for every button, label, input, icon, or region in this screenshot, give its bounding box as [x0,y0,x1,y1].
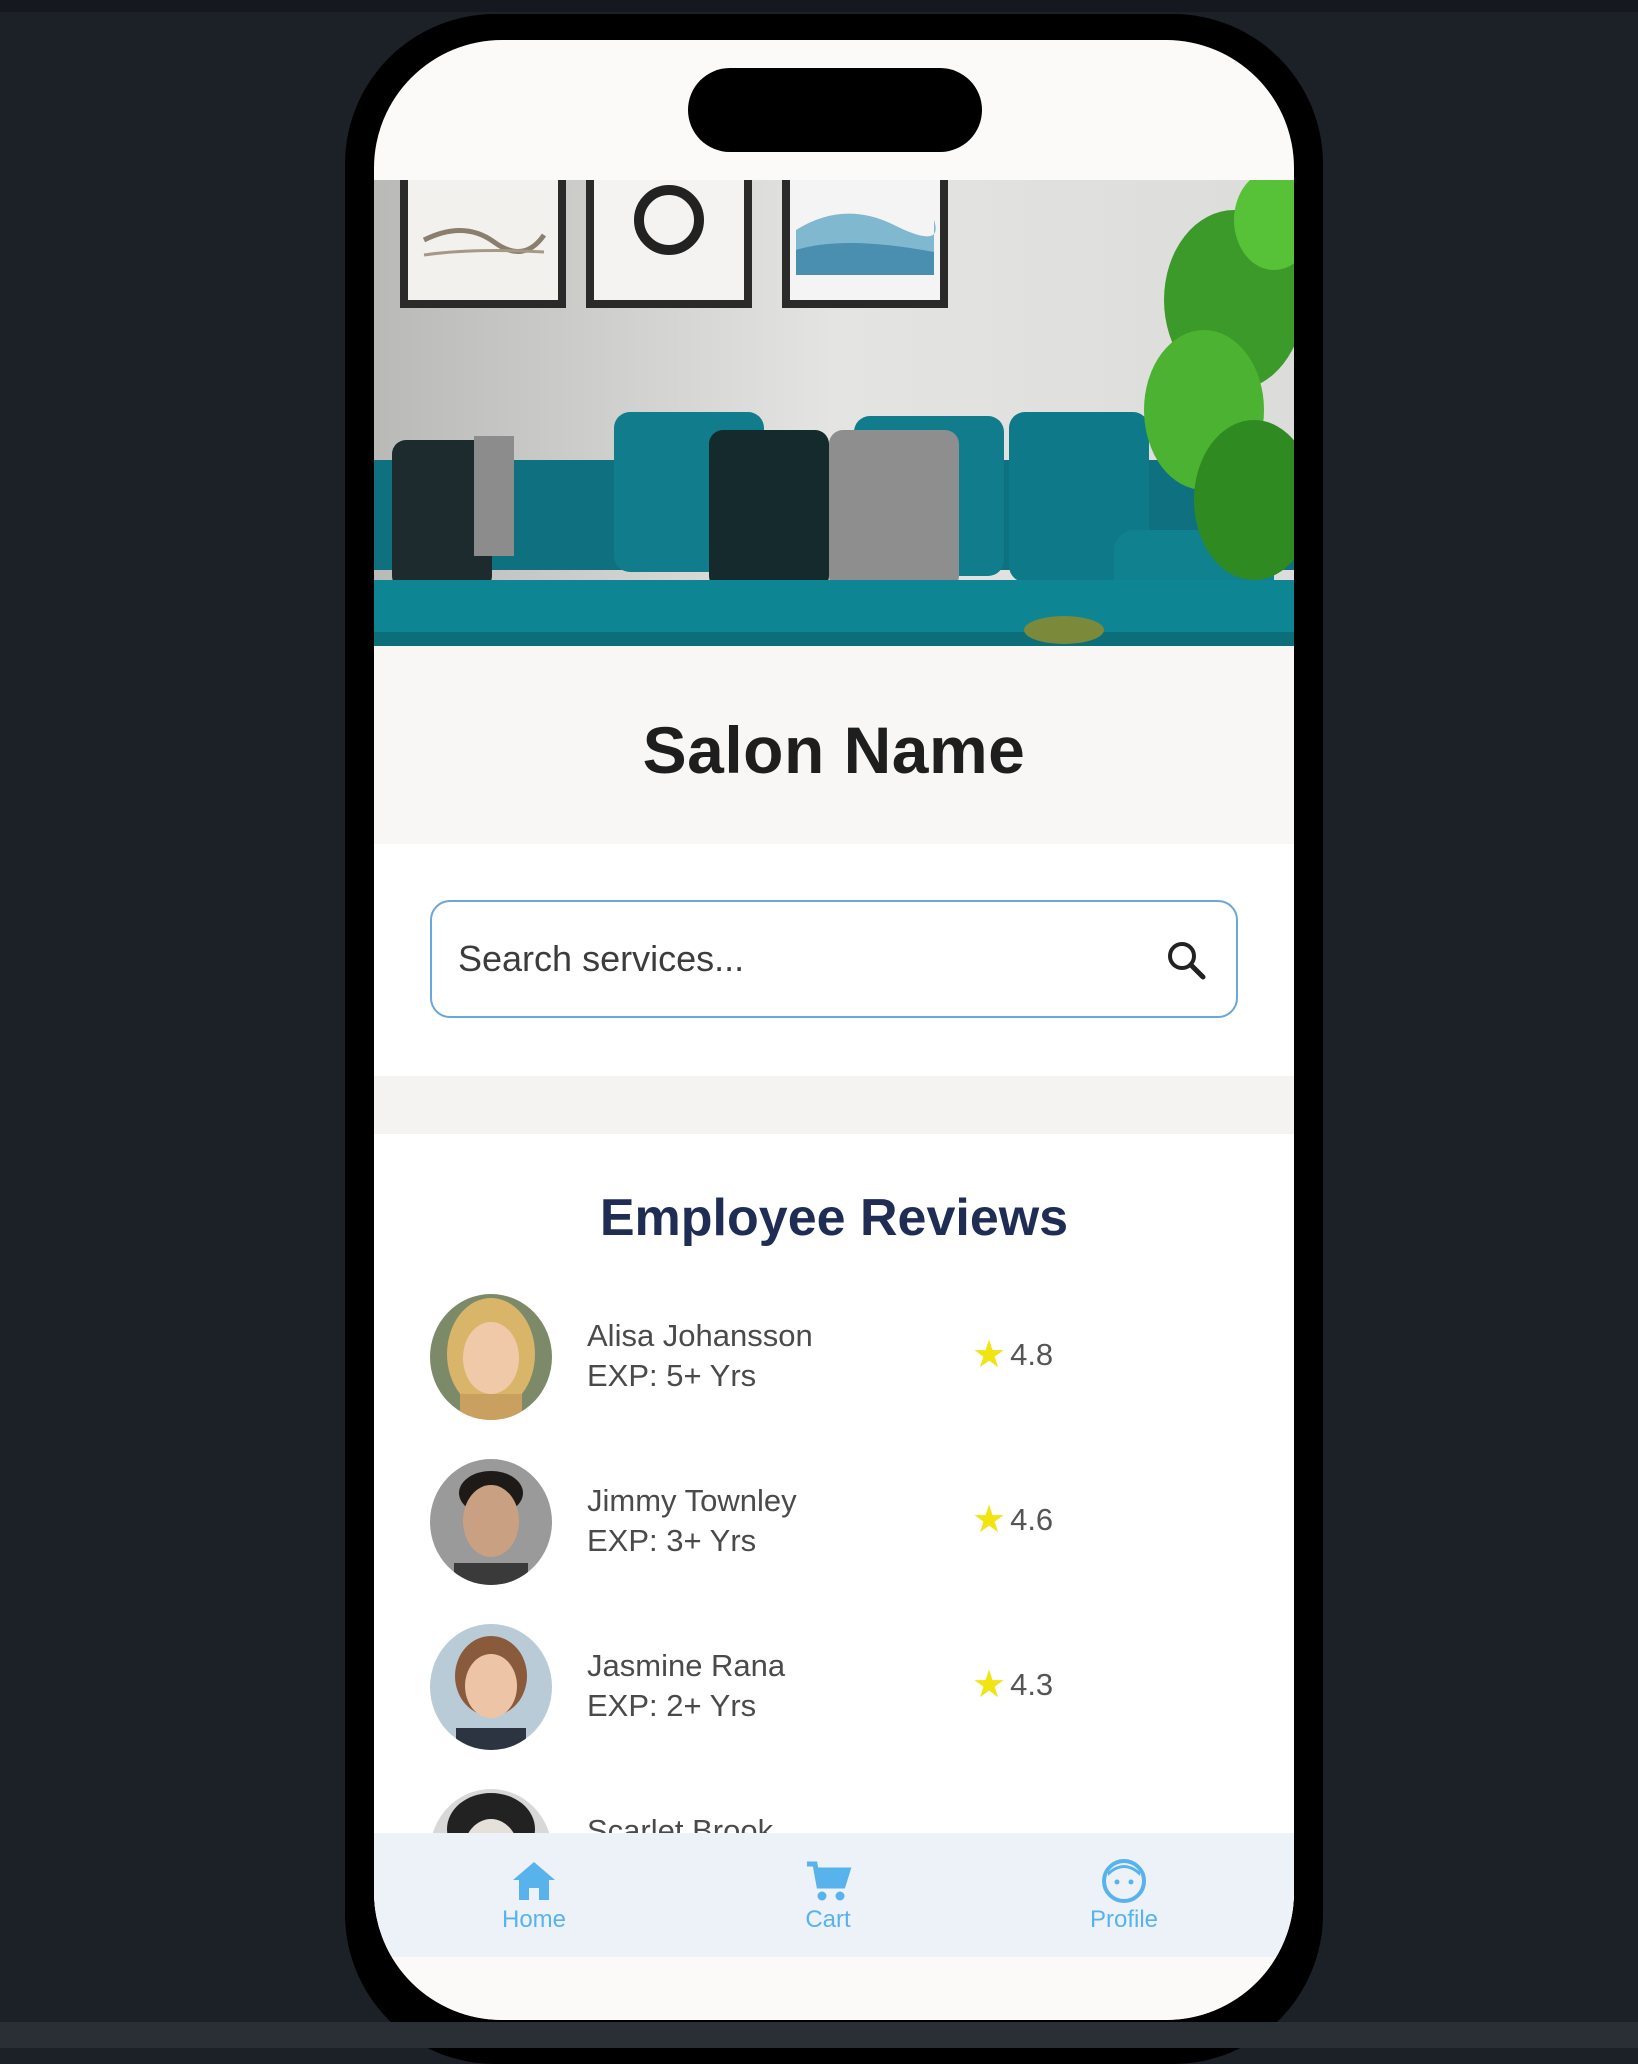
employee-rating: ★ 4.3 [972,1666,1053,1704]
nav-home[interactable]: Home [464,1858,604,1934]
employee-name: Jasmine Rana [587,1648,786,1683]
employee-avatar [430,1459,552,1585]
employee-name: Alisa Johansson [587,1318,813,1353]
employee-name: Jimmy Townley [587,1483,797,1518]
star-icon: ★ [972,1334,1007,1376]
section-divider [374,1076,1294,1134]
employee-avatar [430,1294,552,1420]
employee-avatar [430,1624,552,1750]
employee-row[interactable]: Jimmy Townley EXP: 3+ Yrs ★ 4.6 [374,1459,1294,1589]
home-icon [513,1862,555,1900]
nav-cart-label: Cart [805,1906,851,1933]
rating-value: 4.8 [1010,1337,1054,1372]
reviews-title: Employee Reviews [599,1189,1069,1247]
window-bottom-strip [0,2022,1638,2048]
window-top-strip [0,0,1638,12]
nav-profile[interactable]: Profile [1054,1858,1194,1934]
search-icon[interactable] [1164,938,1208,982]
search-placeholder: Search services... [458,938,745,979]
home-indicator-area [374,1957,1294,2020]
profile-icon [1102,1859,1146,1903]
star-icon: ★ [972,1664,1007,1706]
star-icon: ★ [972,1499,1007,1541]
salon-title: Salon Name [642,713,1026,787]
rating-value: 4.6 [1010,1502,1054,1537]
nav-cart[interactable]: Cart [758,1858,898,1934]
screen-content: Salon Name Search services... Employee R… [374,40,1294,2020]
employee-rating: ★ 4.6 [972,1501,1053,1539]
employee-row[interactable]: Alisa Johansson EXP: 5+ Yrs ★ 4.8 [374,1294,1294,1424]
cart-icon [807,1861,852,1901]
nav-profile-label: Profile [1089,1906,1159,1933]
nav-home-label: Home [501,1906,567,1933]
employee-rating: ★ 4.8 [972,1336,1053,1374]
rating-value: 4.3 [1010,1667,1054,1702]
employee-experience: EXP: 5+ Yrs [587,1358,757,1393]
employee-experience: EXP: 3+ Yrs [587,1523,757,1558]
employee-experience: EXP: 2+ Yrs [587,1688,757,1723]
employee-row[interactable]: Jasmine Rana EXP: 2+ Yrs ★ 4.3 [374,1624,1294,1754]
